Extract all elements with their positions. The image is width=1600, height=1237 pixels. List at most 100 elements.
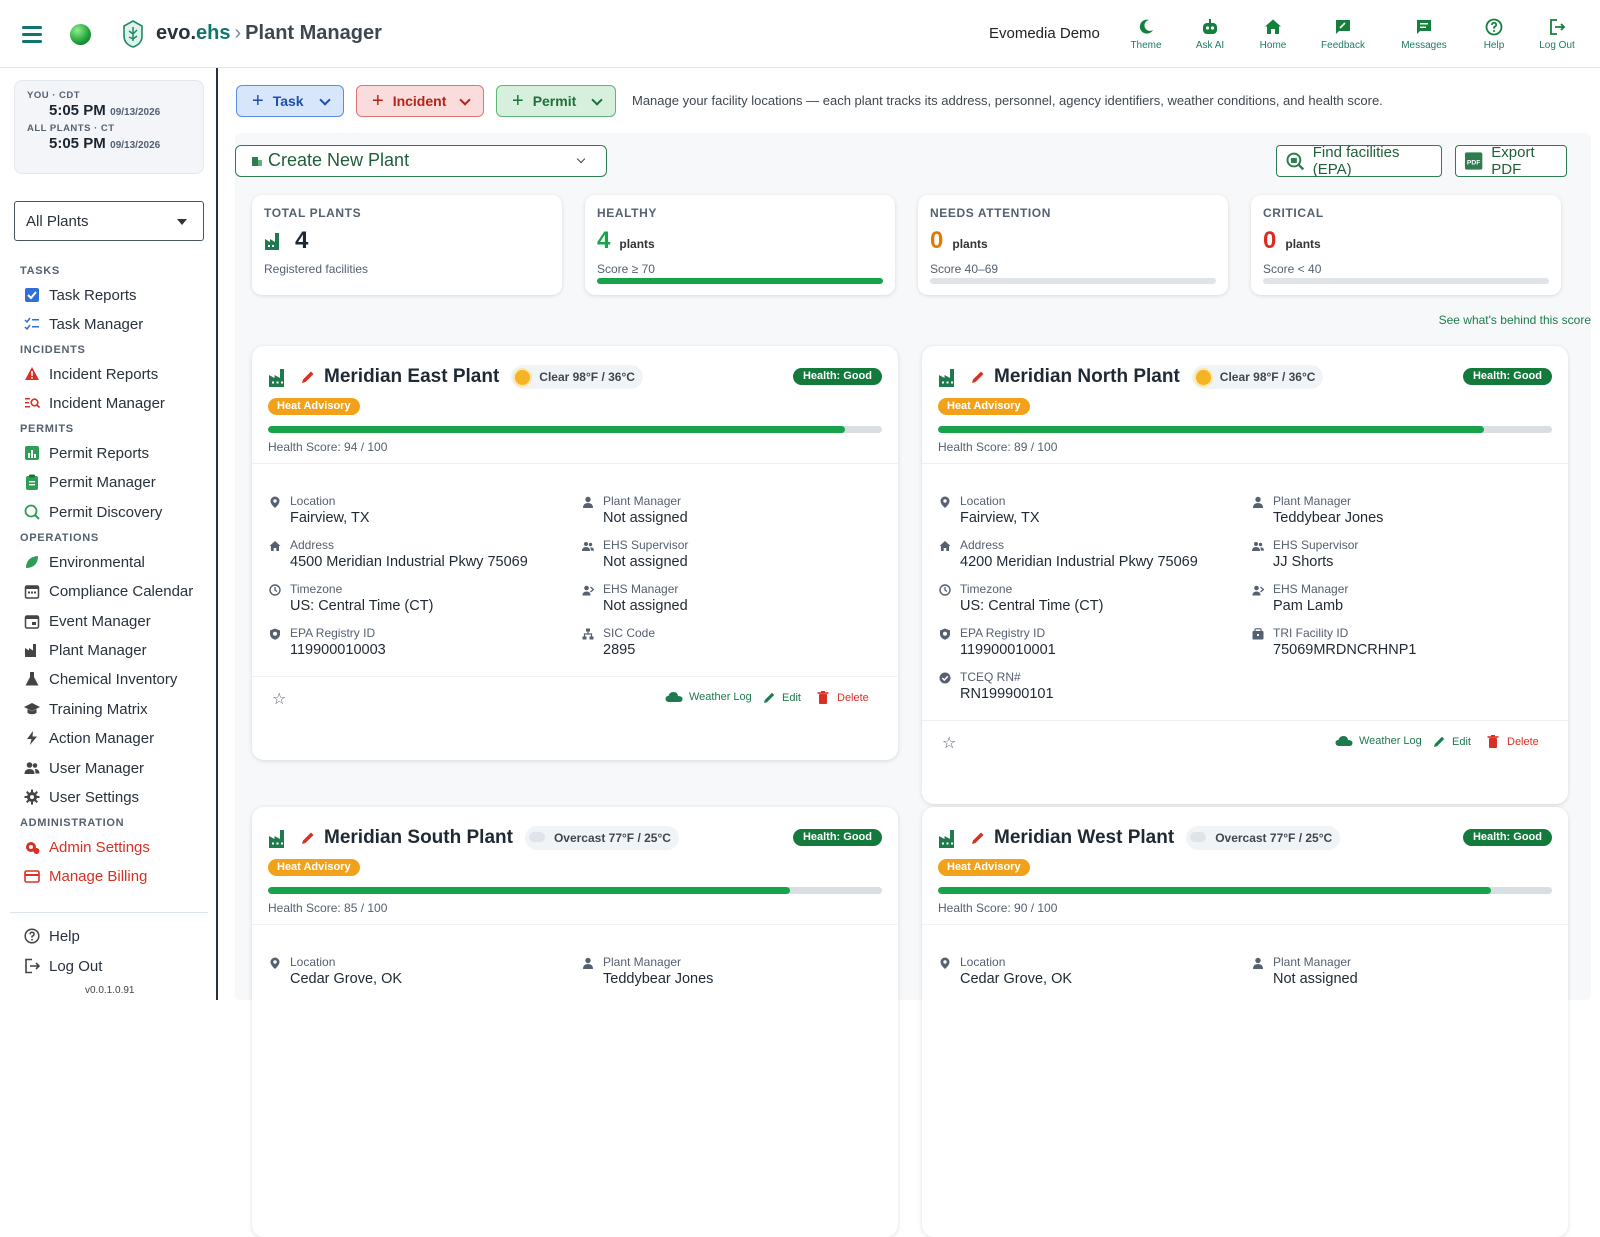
cloud-icon (665, 692, 683, 702)
field-value: US: Central Time (CT) (960, 598, 1104, 614)
search-list-icon (25, 398, 40, 409)
new-task-button[interactable]: + Task (236, 85, 344, 117)
sidebar-item-manage-billing[interactable]: Manage Billing (24, 865, 147, 887)
pin-icon (940, 496, 950, 508)
health-score-fill (268, 426, 846, 433)
heat-advisory-badge: Heat Advisory (268, 398, 360, 415)
field-location: Location Fairview, TX (268, 494, 558, 526)
field-value: Not assigned (603, 598, 688, 614)
messages-button[interactable]: Messages (1392, 18, 1456, 51)
status-orb-icon[interactable] (70, 24, 91, 45)
sidebar-label: User Manager (49, 759, 145, 777)
create-plant-select[interactable]: Create New Plant (235, 145, 607, 177)
stat-subtitle: Score 40–69 (930, 262, 999, 276)
stat-progress-bar (597, 278, 883, 284)
plus-icon: + (252, 90, 264, 112)
field-value: Not assigned (1273, 971, 1358, 987)
field-value: 75069MRDNCRHNP1 (1273, 642, 1417, 658)
graduation-cap-icon (24, 703, 40, 715)
edit-button[interactable]: Edit (763, 691, 801, 704)
find-facilities-label: Find facilities (EPA) (1312, 144, 1400, 178)
field-label: EHS Supervisor (603, 538, 689, 552)
field-label: Location (960, 955, 1006, 969)
sidebar-item-help[interactable]: Help (24, 925, 80, 947)
score-explainer-link[interactable]: See what's behind this score (1439, 313, 1591, 327)
checkbox-icon (25, 288, 39, 302)
sidebar-label: Task Reports (49, 286, 137, 304)
field-plant-manager: Plant Manager Not assigned (1251, 955, 1541, 987)
sidebar-item-permit-reports[interactable]: Permit Reports (24, 442, 149, 464)
leaf-icon (26, 556, 38, 568)
weather-text: Overcast 77°F / 25°C (553, 831, 671, 845)
sidebar-item-permit-manager[interactable]: Permit Manager (24, 471, 156, 493)
card-divider (922, 924, 1568, 925)
section-incidents: INCIDENTS (20, 344, 86, 356)
stat-value: 4 (295, 227, 309, 254)
pencil-icon (1434, 736, 1445, 747)
sidebar-item-action-manager[interactable]: Action Manager (24, 727, 154, 749)
sidebar-item-chemical-inventory[interactable]: Chemical Inventory (24, 668, 177, 690)
favorite-star-icon[interactable]: ☆ (942, 733, 956, 753)
field-location: Location Fairview, TX (938, 494, 1228, 526)
delete-button[interactable]: Delete (1487, 735, 1539, 748)
shield-icon (940, 628, 950, 640)
sidebar-item-task-manager[interactable]: Task Manager (24, 313, 143, 335)
menu-icon[interactable] (22, 26, 42, 43)
sidebar-label: Chemical Inventory (49, 670, 178, 688)
new-permit-button[interactable]: + Permit (496, 85, 616, 117)
person-icon (1253, 496, 1263, 508)
field-label: Plant Manager (603, 494, 682, 508)
favorite-star-icon[interactable]: ☆ (272, 689, 286, 709)
sidebar-item-admin-settings[interactable]: Admin Settings (24, 836, 150, 858)
sidebar-item-incident-manager[interactable]: Incident Manager (24, 392, 165, 414)
sidebar-item-user-settings[interactable]: User Settings (24, 786, 139, 808)
new-incident-button[interactable]: + Incident (356, 85, 484, 117)
export-pdf-button[interactable]: PDF Export PDF (1455, 144, 1567, 178)
sidebar-item-log-out[interactable]: Log Out (24, 955, 102, 977)
field-sic-code: SIC Code 2895 (581, 626, 871, 658)
weather-log-button[interactable]: Weather Log (1335, 735, 1422, 747)
content-panel: Create New Plant Find facilities (EPA) P… (235, 133, 1591, 1237)
sidebar-item-permit-discovery[interactable]: Permit Discovery (24, 501, 162, 523)
edit-button[interactable]: Edit (1433, 735, 1471, 748)
home-button[interactable]: Home (1241, 18, 1305, 51)
sidebar-label: Plant Manager (49, 641, 147, 659)
sidebar-item-training-matrix[interactable]: Training Matrix (24, 698, 148, 720)
sidebar-divider (10, 912, 208, 913)
sidebar-item-event-manager[interactable]: Event Manager (24, 610, 151, 632)
help-button[interactable]: Help (1462, 18, 1526, 51)
person-icon (583, 496, 593, 508)
sidebar-item-incident-reports[interactable]: Incident Reports (24, 363, 158, 385)
sidebar-item-plant-manager[interactable]: Plant Manager (24, 639, 147, 661)
field-label: Plant Manager (1273, 955, 1352, 969)
edit-pencil-icon[interactable] (300, 369, 316, 385)
pin-icon (270, 496, 280, 508)
delete-button[interactable]: Delete (817, 691, 869, 704)
sidebar-item-compliance-calendar[interactable]: Compliance Calendar (24, 580, 193, 602)
sidebar-item-user-manager[interactable]: User Manager (24, 757, 144, 779)
pin-icon (940, 957, 950, 969)
sun-icon (515, 369, 531, 385)
field-value: 119900010003 (290, 642, 386, 658)
svg-text:PDF: PDF (1467, 159, 1480, 166)
sidebar-item-task-reports[interactable]: Task Reports (24, 284, 137, 306)
edit-pencil-icon[interactable] (970, 830, 986, 846)
sidebar-label: Permit Discovery (49, 503, 163, 521)
weather-log-button[interactable]: Weather Log (665, 691, 752, 703)
edit-pencil-icon[interactable] (300, 830, 316, 846)
plant-selector[interactable]: All Plants (14, 201, 204, 241)
find-facilities-button[interactable]: Find facilities (EPA) (1276, 144, 1442, 178)
plant-card-header: Meridian West Plant Overcast 77°F / 25°C (938, 823, 1341, 853)
feedback-button[interactable]: Feedback (1311, 18, 1375, 51)
feedback-icon (1336, 20, 1350, 34)
field-tri-facility-id: TRI Facility ID 75069MRDNCRHNP1 (1251, 626, 1541, 658)
ask-ai-button[interactable]: Ask AI (1178, 18, 1242, 51)
edit-pencil-icon[interactable] (970, 369, 986, 385)
stat-progress-fill (597, 278, 883, 284)
sidebar-item-environmental[interactable]: Environmental (24, 551, 145, 573)
version-label: v0.0.1.0.91 (85, 985, 135, 996)
help-icon (1485, 18, 1503, 36)
factory-icon (269, 369, 284, 387)
logout-button[interactable]: Log Out (1525, 18, 1589, 51)
theme-button[interactable]: Theme (1114, 18, 1178, 51)
